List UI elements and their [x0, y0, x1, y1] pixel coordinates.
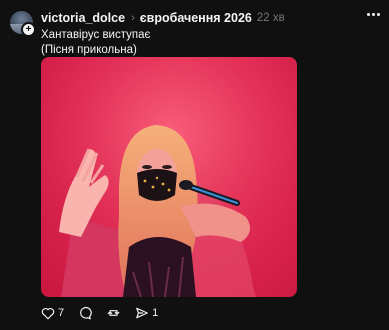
author-avatar[interactable]: + — [10, 11, 36, 37]
post-caption: Хантавірус виступає (Пісня прикольна) — [41, 28, 150, 57]
like-button[interactable]: 7 — [41, 307, 64, 320]
like-count: 7 — [58, 307, 65, 319]
comment-icon — [80, 306, 92, 320]
repost-button[interactable] — [106, 306, 121, 320]
post-time: 22 хв — [256, 12, 285, 24]
more-icon[interactable] — [363, 6, 383, 22]
share-count: 1 — [152, 307, 159, 319]
username[interactable]: victoria_dolce — [41, 11, 125, 25]
share-icon — [136, 307, 148, 319]
plus-icon[interactable]: + — [21, 22, 36, 37]
repost-icon — [107, 310, 120, 316]
heart-icon — [41, 307, 55, 319]
concert-photo-image — [41, 57, 297, 297]
comment-button[interactable] — [78, 306, 92, 320]
topic-tag[interactable]: євробачення 2026 — [140, 11, 252, 25]
post-media-image[interactable] — [41, 57, 297, 297]
caption-line: (Пісня прикольна) — [41, 43, 137, 56]
chevron-right-icon: › — [131, 12, 135, 24]
caption-line: Хантавірус виступає — [41, 29, 151, 41]
share-button[interactable]: 1 — [135, 306, 158, 320]
post-actions: 7 1 — [41, 306, 172, 320]
post-header: victoria_dolce › євробачення 2026 22 хв — [41, 10, 285, 26]
